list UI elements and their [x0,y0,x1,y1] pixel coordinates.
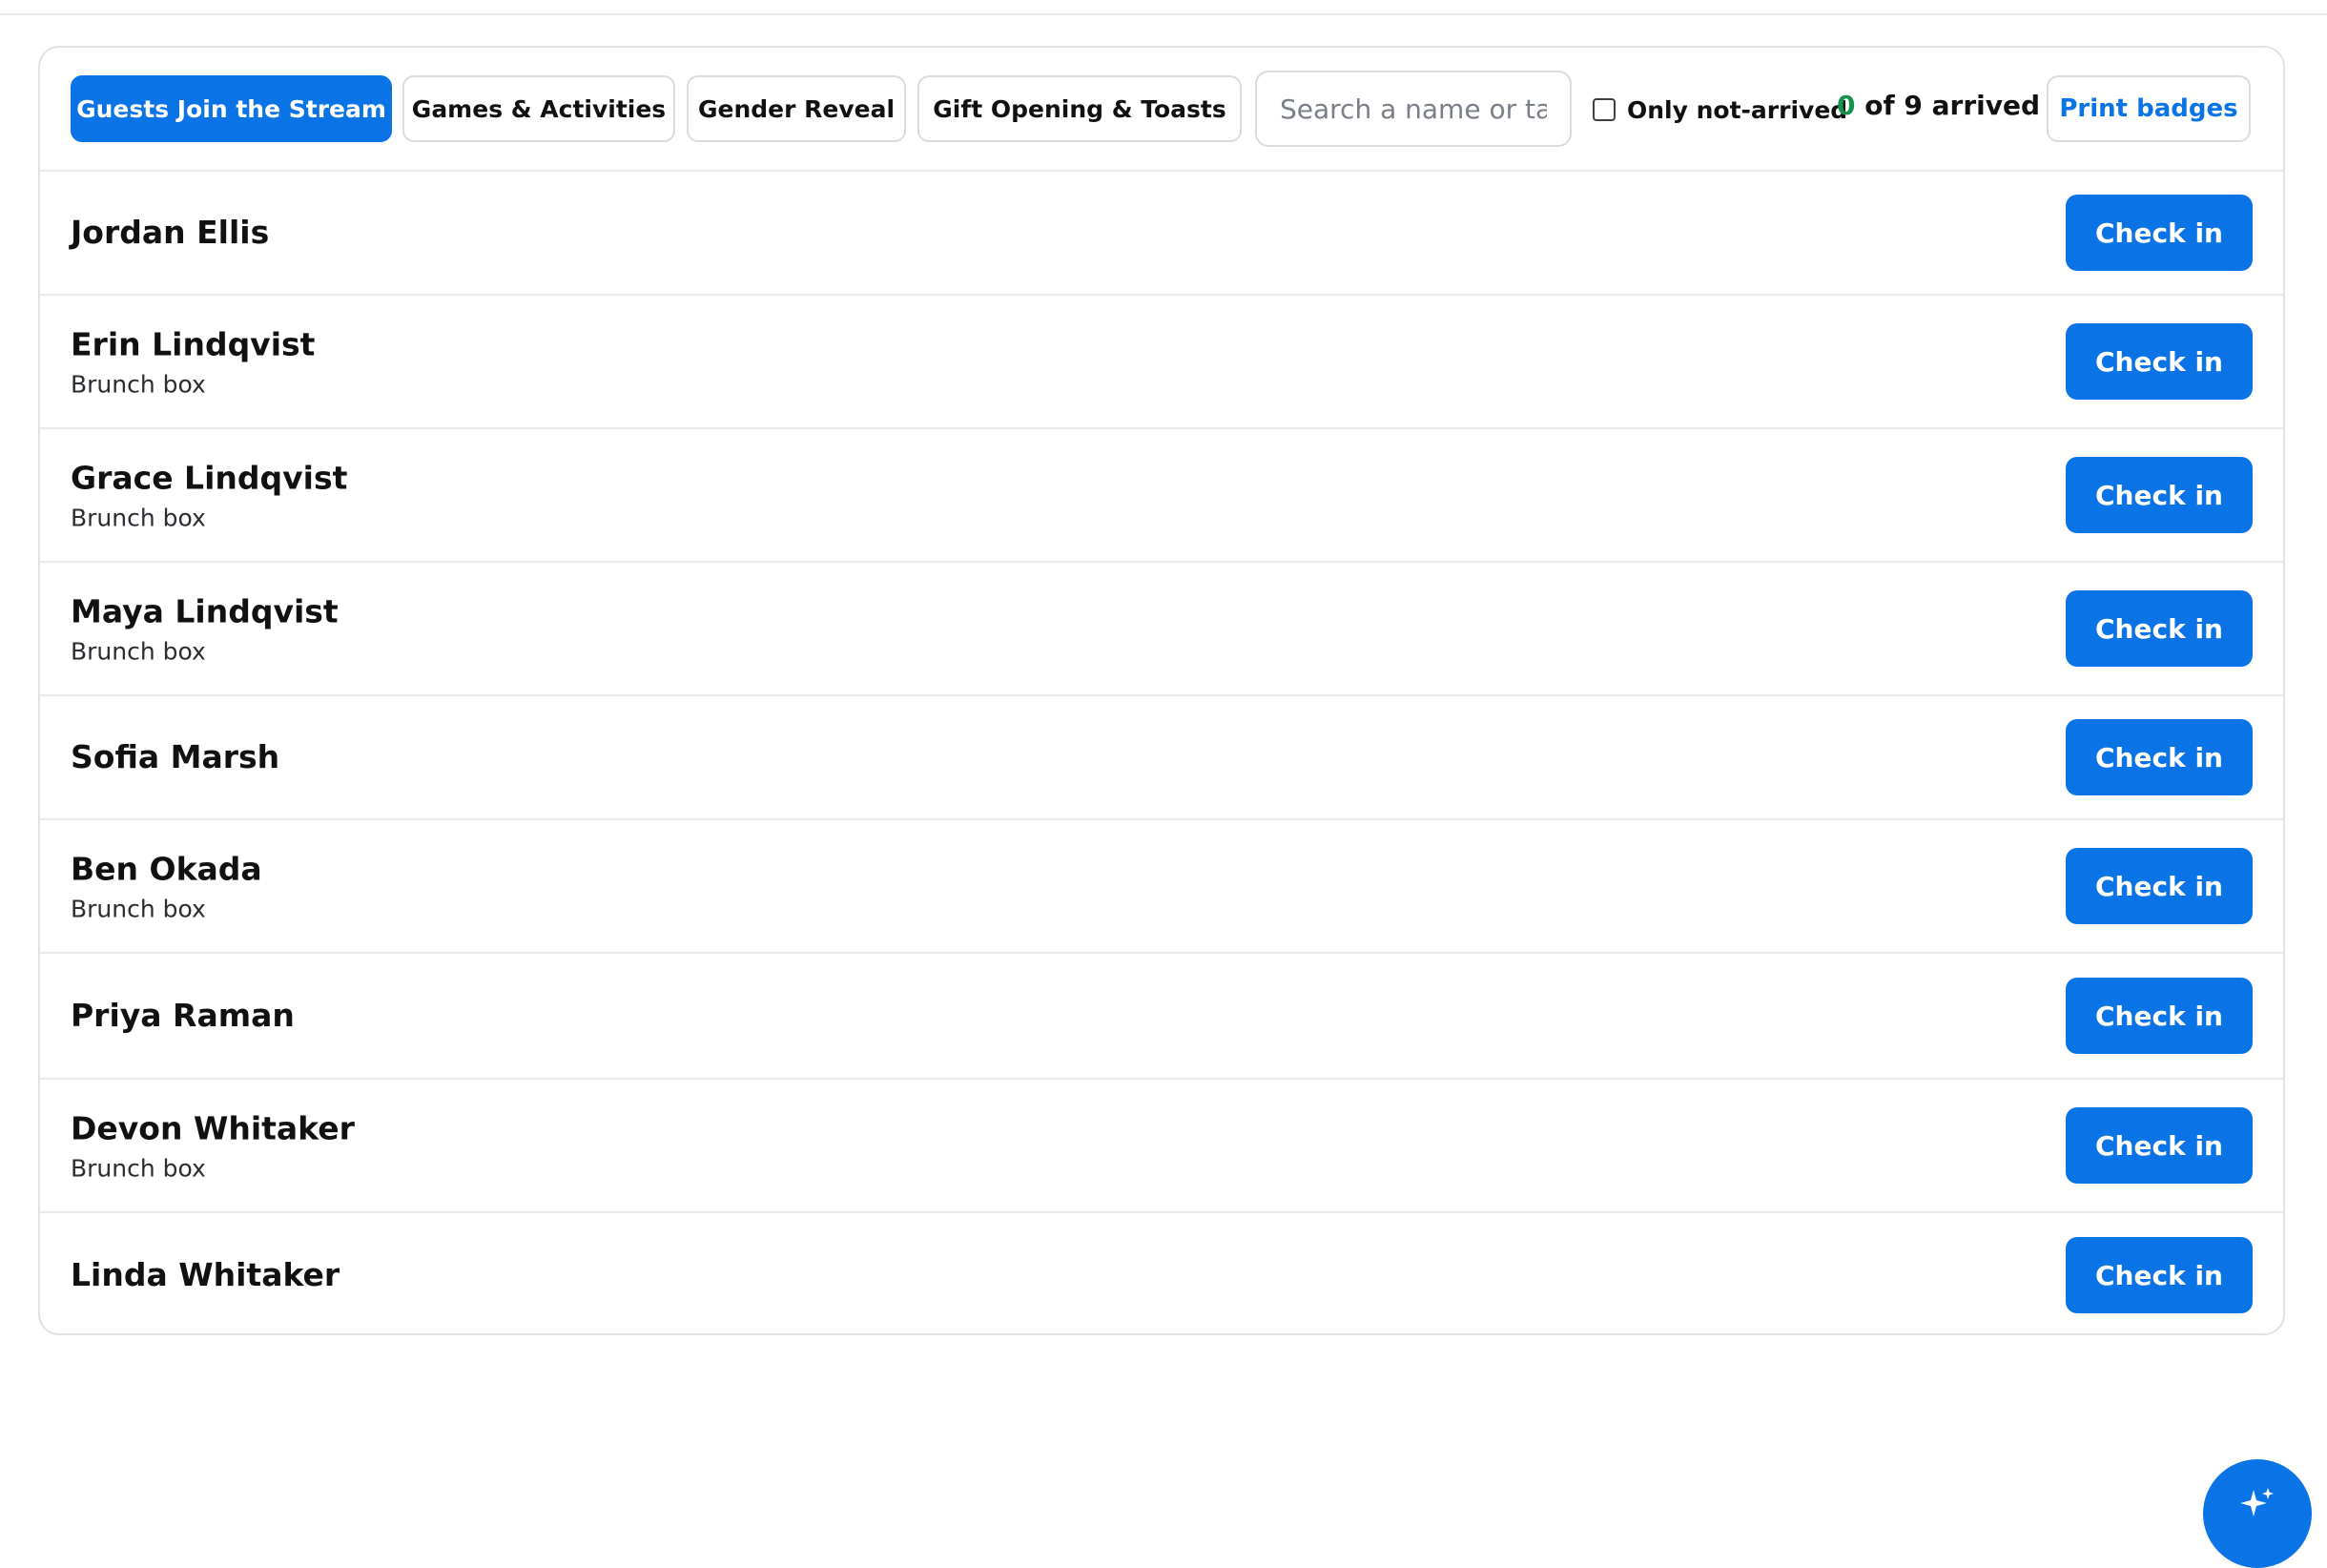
check-in-button[interactable]: Check in [2066,978,2253,1054]
guest-info: Erin Lindqvist Brunch box [71,325,315,399]
arrived-count: 0 [1837,90,1856,121]
sparkle-icon [2240,1488,2274,1516]
guest-name: Sofia Marsh [71,738,280,775]
print-badges-button[interactable]: Print badges [2047,75,2251,142]
guest-list: Jordan Ellis Check in Erin Lindqvist Bru… [40,172,2283,1333]
guest-name: Priya Raman [71,997,295,1034]
tab-gift-opening-toasts[interactable]: Gift Opening & Toasts [917,75,1242,142]
guest-row: Maya Lindqvist Brunch box Check in [40,563,2283,696]
guest-info: Grace Lindqvist Brunch box [71,459,347,532]
guest-info: Sofia Marsh [71,737,279,777]
guest-info: Priya Raman [71,996,295,1036]
guest-info: Jordan Ellis [71,213,269,253]
guest-row: Priya Raman Check in [40,954,2283,1080]
check-in-button[interactable]: Check in [2066,719,2253,795]
guest-meal: Brunch box [71,1154,206,1183]
guest-info: Devon Whitaker Brunch box [71,1109,355,1183]
check-in-button[interactable]: Check in [2066,457,2253,533]
guest-info: Linda Whitaker [71,1255,340,1295]
guest-row: Grace Lindqvist Brunch box Check in [40,429,2283,563]
check-in-button[interactable]: Check in [2066,848,2253,924]
tab-games-activities[interactable]: Games & Activities [402,75,675,142]
only-not-arrived-filter[interactable]: Only not-arrived [1593,93,1847,126]
tab-gender-reveal[interactable]: Gender Reveal [687,75,906,142]
arrived-total-text: of 9 arrived [1864,90,2041,121]
guest-meal: Brunch box [71,637,206,666]
check-in-button[interactable]: Check in [2066,195,2253,271]
guest-meal: Brunch box [71,504,206,532]
guest-name: Devon Whitaker [71,1109,355,1147]
guest-name: Jordan Ellis [71,214,270,251]
check-in-button[interactable]: Check in [2066,1107,2253,1184]
only-not-arrived-label: Only not-arrived [1627,95,1848,124]
guest-meal: Brunch box [71,370,206,399]
only-not-arrived-checkbox[interactable] [1593,98,1616,121]
guest-row: Devon Whitaker Brunch box Check in [40,1080,2283,1213]
guest-name: Erin Lindqvist [71,325,316,363]
guest-name: Grace Lindqvist [71,459,348,497]
guest-name: Ben Okada [71,850,262,888]
guest-row: Sofia Marsh Check in [40,696,2283,820]
guest-row: Ben Okada Brunch box Check in [40,820,2283,954]
check-in-button[interactable]: Check in [2066,590,2253,667]
guest-row: Linda Whitaker Check in [40,1213,2283,1333]
search-input[interactable] [1255,71,1572,147]
guest-meal: Brunch box [71,895,206,923]
check-in-button[interactable]: Check in [2066,1237,2253,1313]
check-in-button[interactable]: Check in [2066,323,2253,400]
guest-info: Maya Lindqvist Brunch box [71,592,339,666]
assistant-fab-button[interactable] [2203,1459,2312,1568]
top-divider [0,13,2327,15]
guest-row: Erin Lindqvist Brunch box Check in [40,296,2283,429]
guest-row: Jordan Ellis Check in [40,172,2283,296]
guest-info: Ben Okada Brunch box [71,850,262,923]
tab-guests-join-the-stream[interactable]: Guests Join the Stream [71,75,392,142]
guest-name: Linda Whitaker [71,1256,340,1293]
guest-name: Maya Lindqvist [71,592,339,630]
arrived-summary: 0 of 9 arrived [1837,90,2040,121]
toolbar: Guests Join the Stream Games & Activitie… [40,48,2283,172]
guest-checkin-panel: Guests Join the Stream Games & Activitie… [38,46,2285,1335]
